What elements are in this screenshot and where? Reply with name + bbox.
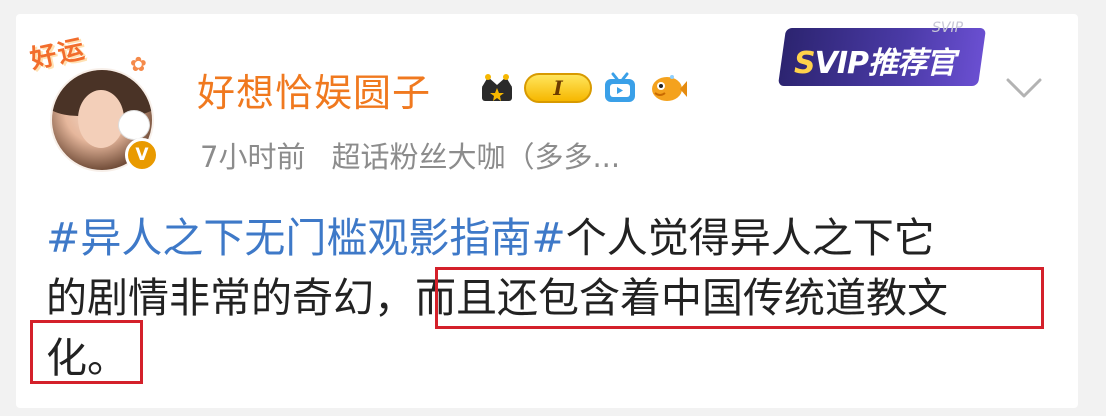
tv-icon[interactable] [602,71,638,105]
avatar-face [78,90,124,148]
crown-icon[interactable] [480,73,514,103]
verified-badge: V [125,138,159,172]
post-line-1: #异人之下无门槛观影指南#个人觉得异人之下它 [46,208,1026,268]
avatar-bird [118,110,150,140]
topic-tag-link[interactable]: #异人之下无门槛观影指南# [46,214,566,262]
level-badge[interactable]: I [524,73,592,103]
username[interactable]: 好想恰娱圆子 [197,62,431,117]
avatar-area[interactable]: 好运 ✿ V [27,30,165,175]
post-line-3: 化。 [46,328,1026,388]
user-badges: I [480,68,688,108]
svip-ghost-text: SVIP [932,20,964,36]
post-text-1: 个人觉得异人之下它 [565,214,935,262]
svip-rest: VIP推荐官 [814,46,956,81]
post-source[interactable]: 超话粉丝大咖（多多... [331,140,620,174]
post-time[interactable]: 7小时前 [200,140,305,174]
highlight-box-1 [435,267,1044,329]
fish-icon[interactable] [648,71,688,105]
sparkle-icon: ✿ [130,52,147,76]
chevron-down-icon[interactable] [1004,72,1044,102]
highlight-box-2 [30,320,143,384]
svip-s: S [794,46,816,81]
post-text-2: 的剧情非常的奇幻， [46,274,415,322]
post-meta: 7小时前 超话粉丝大咖（多多... [200,134,620,176]
svip-recommender-badge[interactable]: SVIP SVIP推荐官 [777,20,987,86]
sticker-text: 好运 [27,34,89,76]
svip-label: SVIP推荐官 [794,38,956,82]
